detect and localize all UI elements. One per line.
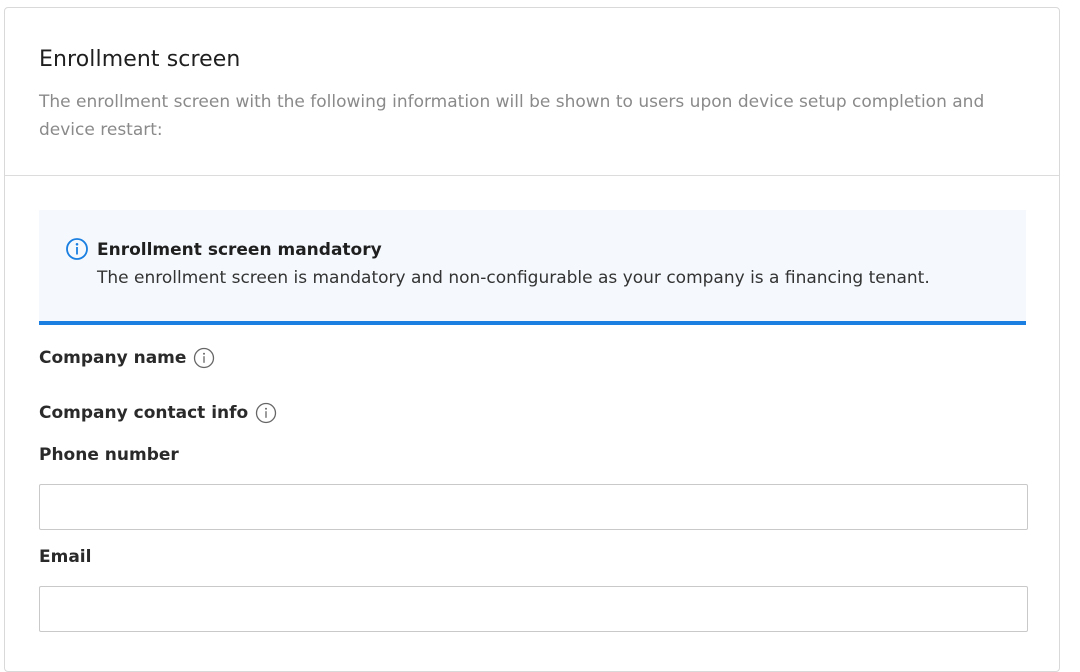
company-contact-label: Company contact info	[39, 403, 249, 423]
company-name-info-icon[interactable]	[193, 347, 215, 369]
email-input[interactable]	[39, 586, 1028, 632]
company-contact-row: Company contact info	[39, 401, 1026, 425]
notice-text: The enrollment screen is mandatory and n…	[97, 268, 930, 288]
enrollment-screen-card: Enrollment screen The enrollment screen …	[4, 7, 1060, 672]
mandatory-notice: Enrollment screen mandatory The enrollme…	[39, 210, 1026, 325]
phone-number-label: Phone number	[39, 445, 179, 465]
company-contact-info-icon[interactable]	[255, 402, 277, 424]
company-name-label: Company name	[39, 348, 187, 368]
company-name-row: Company name	[39, 346, 1026, 370]
info-icon	[65, 237, 89, 261]
email-label: Email	[39, 547, 92, 567]
card-body: Enrollment screen mandatory The enrollme…	[5, 176, 1059, 632]
section-description: The enrollment screen with the following…	[39, 92, 985, 140]
phone-number-input[interactable]	[39, 484, 1028, 530]
notice-title: Enrollment screen mandatory	[97, 240, 382, 260]
card-header: Enrollment screen The enrollment screen …	[5, 8, 1059, 176]
section-title: Enrollment screen	[39, 47, 241, 72]
